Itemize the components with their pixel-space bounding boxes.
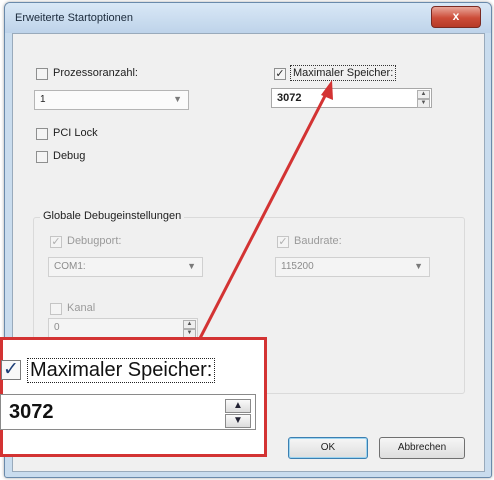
zoom-max-memory-input: 3072 ▲ ▼: [0, 394, 256, 430]
spin-up-icon[interactable]: ▲: [417, 90, 430, 99]
debug-label: Debug: [53, 150, 86, 162]
debug-checkbox[interactable]: [36, 151, 48, 163]
max-memory-value: 3072: [277, 92, 302, 104]
close-button[interactable]: x: [431, 6, 481, 28]
channel-value: 0: [54, 322, 60, 333]
debugport-checkbox[interactable]: ✓: [50, 236, 62, 248]
debugport-label: Debugport:: [67, 235, 122, 247]
channel-input[interactable]: 0 ▲ ▼: [48, 318, 198, 338]
cancel-button[interactable]: Abbrechen: [379, 437, 465, 459]
window-title: Erweiterte Startoptionen: [15, 12, 134, 24]
baudrate-value: 115200: [281, 261, 314, 272]
spin-down-icon[interactable]: ▼: [417, 99, 430, 108]
debugport-select[interactable]: COM1: ▼: [48, 257, 203, 277]
pci-lock-checkbox[interactable]: [36, 128, 48, 140]
baudrate-select[interactable]: 115200 ▼: [275, 257, 430, 277]
debugport-value: COM1:: [54, 261, 86, 272]
chevron-down-icon: ▼: [187, 261, 196, 271]
max-memory-input[interactable]: 3072 ▲ ▼: [271, 88, 432, 108]
chevron-down-icon: ▼: [414, 261, 423, 271]
processor-count-checkbox[interactable]: [36, 68, 48, 80]
ok-button[interactable]: OK: [288, 437, 368, 459]
channel-checkbox[interactable]: [50, 303, 62, 315]
spin-up-icon: ▲: [225, 399, 251, 413]
channel-label: Kanal: [67, 302, 96, 314]
zoom-max-memory-value: 3072: [9, 401, 54, 423]
title-bar: Erweiterte Startoptionen x: [5, 3, 491, 33]
baudrate-checkbox[interactable]: ✓: [277, 236, 289, 248]
processor-count-select[interactable]: 1 ▼: [34, 90, 189, 110]
processor-count-label: Prozessoranzahl:: [53, 67, 138, 79]
spin-down-icon: ▼: [225, 414, 251, 428]
debug-settings-title: Globale Debugeinstellungen: [40, 210, 185, 222]
pci-lock-label: PCI Lock: [53, 127, 98, 139]
zoom-max-memory-label: Maximaler Speicher:: [27, 358, 216, 383]
zoom-checkbox: ✓: [1, 360, 21, 380]
zoom-callout: ✓ Maximaler Speicher: 3072 ▲ ▼: [0, 337, 267, 457]
baudrate-label: Baudrate:: [294, 235, 342, 247]
max-memory-checkbox[interactable]: ✓: [274, 68, 286, 80]
chevron-down-icon: ▼: [173, 94, 182, 104]
spin-up-icon[interactable]: ▲: [183, 320, 196, 329]
processor-count-value: 1: [40, 94, 46, 105]
max-memory-label: Maximaler Speicher:: [290, 65, 397, 81]
